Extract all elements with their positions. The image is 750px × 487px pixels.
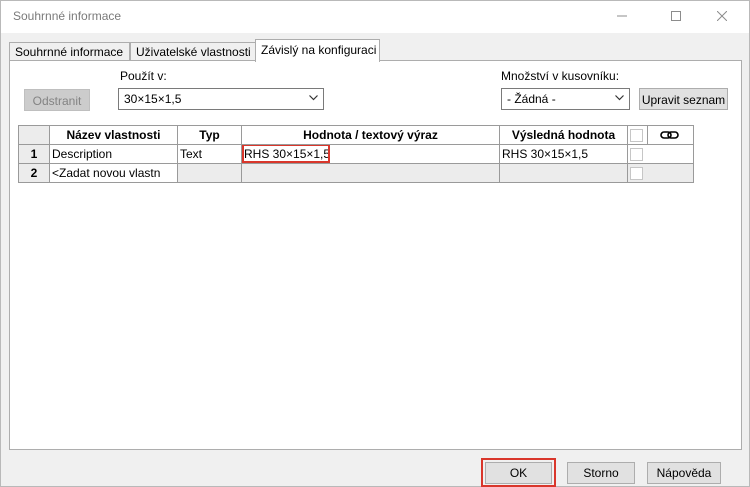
minimize-button[interactable]: [599, 1, 645, 31]
bom-quantity-value: - Žádná -: [507, 92, 556, 106]
apply-in-select[interactable]: 30×15×1,5: [118, 88, 324, 110]
remove-button[interactable]: Odstranit: [24, 89, 90, 111]
column-header-result[interactable]: Výsledná hodnota: [499, 125, 628, 145]
tab-panel: Odstranit Použít v: 30×15×1,5 Množství v…: [9, 60, 742, 450]
evaluated-value-cell: [499, 163, 628, 183]
link-checkbox[interactable]: [630, 148, 643, 162]
tab-custom-properties[interactable]: Uživatelské vlastnosti: [130, 42, 256, 61]
link-icon[interactable]: [660, 129, 680, 141]
maximize-icon: [671, 11, 681, 21]
corner-cell: [18, 125, 50, 145]
column-header-link: [627, 125, 694, 145]
cancel-button[interactable]: Storno: [567, 462, 635, 484]
tab-configuration-specific[interactable]: Závislý na konfiguraci: [255, 39, 380, 62]
highlight-box: [481, 458, 556, 487]
row-number: 1: [18, 144, 50, 164]
link-cell: [627, 163, 694, 183]
select-all-checkbox[interactable]: [630, 128, 643, 142]
properties-table: Název vlastnosti Typ Hodnota / textový v…: [18, 125, 694, 183]
tab-summary[interactable]: Souhrnné informace: [9, 42, 130, 61]
chevron-down-icon: [615, 95, 624, 101]
bom-quantity-select[interactable]: - Žádná -: [501, 88, 630, 110]
row-number: 2: [18, 163, 50, 183]
edit-list-button[interactable]: Upravit seznam: [639, 88, 728, 110]
window-title: Souhrnné informace: [13, 9, 122, 23]
property-name-cell[interactable]: Description: [49, 144, 178, 164]
help-button[interactable]: Nápověda: [647, 462, 721, 484]
column-header-type[interactable]: Typ: [177, 125, 242, 145]
tab-label: Souhrnné informace: [15, 45, 124, 59]
table-header-row: Název vlastnosti Typ Hodnota / textový v…: [18, 125, 694, 145]
close-button[interactable]: [699, 1, 745, 31]
tab-label: Závislý na konfiguraci: [261, 43, 377, 57]
close-icon: [717, 11, 727, 21]
property-value-cell[interactable]: RHS 30×15×1,5: [241, 144, 500, 164]
dialog-window: Souhrnné informace Souhrnné informace Už…: [0, 0, 750, 487]
property-type-cell[interactable]: [177, 163, 242, 183]
apply-in-value: 30×15×1,5: [124, 92, 182, 106]
column-header-name[interactable]: Název vlastnosti: [49, 125, 178, 145]
minimize-icon: [617, 15, 627, 17]
apply-in-label: Použít v:: [120, 69, 167, 83]
evaluated-value-cell: RHS 30×15×1,5: [499, 144, 628, 164]
highlight-box: [242, 145, 330, 163]
title-bar: Souhrnné informace: [1, 1, 749, 33]
table-row[interactable]: 1 Description Text RHS 30×15×1,5 RHS 30×…: [18, 144, 694, 164]
property-value-cell[interactable]: [241, 163, 500, 183]
column-header-value[interactable]: Hodnota / textový výraz: [241, 125, 500, 145]
maximize-button[interactable]: [653, 1, 699, 31]
link-checkbox[interactable]: [630, 167, 643, 181]
chevron-down-icon: [309, 95, 318, 101]
table-row[interactable]: 2 <Zadat novou vlastn: [18, 163, 694, 183]
property-name-cell[interactable]: <Zadat novou vlastn: [49, 163, 178, 183]
property-type-cell[interactable]: Text: [177, 144, 242, 164]
link-cell: [627, 144, 694, 164]
tab-label: Uživatelské vlastnosti: [136, 45, 251, 59]
bom-quantity-label: Množství v kusovníku:: [501, 69, 620, 83]
